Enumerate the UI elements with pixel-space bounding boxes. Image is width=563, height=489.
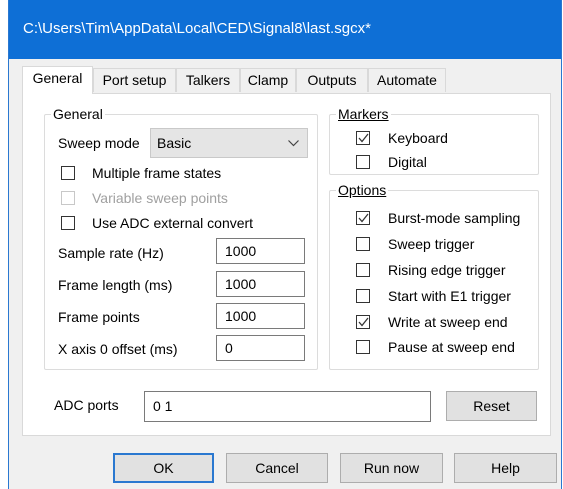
- rising-edge-trigger-label: Rising edge trigger: [388, 262, 506, 278]
- pause-at-sweep-end-label: Pause at sweep end: [388, 339, 515, 355]
- window-title: C:\Users\Tim\AppData\Local\CED\Signal8\l…: [23, 20, 371, 37]
- frame-points-input[interactable]: 1000: [216, 303, 305, 329]
- title-bar[interactable]: C:\Users\Tim\AppData\Local\CED\Signal8\l…: [9, 0, 561, 59]
- adc-ports-label: ADC ports: [54, 397, 119, 413]
- multiple-frame-states-label: Multiple frame states: [92, 165, 222, 181]
- reset-button[interactable]: Reset: [446, 391, 537, 421]
- adc-ports-input[interactable]: 0 1: [144, 391, 431, 422]
- variable-sweep-points-checkbox[interactable]: [61, 191, 75, 205]
- tab-automate[interactable]: Automate: [368, 68, 446, 92]
- pause-at-sweep-end-checkbox[interactable]: [356, 340, 370, 354]
- options-group-legend: Options: [338, 182, 387, 198]
- chevron-down-icon: [288, 140, 299, 147]
- x-axis-offset-input[interactable]: 0: [216, 335, 305, 361]
- x-axis-offset-label: X axis 0 offset (ms): [58, 341, 178, 357]
- general-group-legend: General: [53, 106, 103, 122]
- rising-edge-trigger-checkbox[interactable]: [356, 263, 370, 277]
- write-at-sweep-end-label: Write at sweep end: [388, 314, 508, 330]
- start-with-e1-trigger-label: Start with E1 trigger: [388, 288, 511, 304]
- sweep-mode-label: Sweep mode: [58, 135, 140, 151]
- start-with-e1-trigger-checkbox[interactable]: [356, 289, 370, 303]
- tab-panel-general: General Sweep mode Basic Multiple frame …: [22, 93, 551, 436]
- checkmark-icon: [358, 213, 369, 223]
- multiple-frame-states-checkbox[interactable]: [61, 166, 75, 180]
- frame-length-label: Frame length (ms): [58, 277, 173, 293]
- tab-port-setup[interactable]: Port setup: [93, 68, 176, 92]
- digital-checkbox[interactable]: [356, 155, 370, 169]
- ok-button[interactable]: OK: [113, 453, 214, 483]
- digital-label: Digital: [388, 154, 427, 170]
- checkmark-icon: [358, 133, 369, 143]
- sweep-mode-value: Basic: [157, 135, 192, 151]
- tab-talkers[interactable]: Talkers: [176, 68, 240, 92]
- burst-mode-sampling-label: Burst-mode sampling: [388, 210, 521, 226]
- tab-clamp[interactable]: Clamp: [240, 68, 296, 92]
- burst-mode-sampling-checkbox[interactable]: [356, 211, 370, 225]
- frame-length-input[interactable]: 1000: [216, 271, 305, 297]
- sweep-trigger-label: Sweep trigger: [388, 236, 475, 252]
- markers-group-legend: Markers: [338, 106, 389, 122]
- dialog-window: C:\Users\Tim\AppData\Local\CED\Signal8\l…: [8, 0, 562, 489]
- sample-rate-label: Sample rate (Hz): [58, 245, 164, 261]
- sample-rate-input[interactable]: 1000: [216, 238, 305, 264]
- help-button[interactable]: Help: [454, 453, 557, 483]
- sweep-mode-select[interactable]: Basic: [150, 128, 308, 158]
- write-at-sweep-end-checkbox[interactable]: [356, 315, 370, 329]
- checkmark-icon: [358, 317, 369, 327]
- tab-general[interactable]: General: [22, 66, 93, 94]
- frame-points-label: Frame points: [58, 309, 140, 325]
- use-adc-external-convert-label: Use ADC external convert: [92, 215, 254, 231]
- sweep-trigger-checkbox[interactable]: [356, 237, 370, 251]
- keyboard-checkbox[interactable]: [356, 131, 370, 145]
- keyboard-label: Keyboard: [388, 130, 448, 146]
- tab-outputs[interactable]: Outputs: [296, 68, 368, 92]
- cancel-button[interactable]: Cancel: [226, 453, 328, 483]
- variable-sweep-points-label: Variable sweep points: [92, 190, 228, 206]
- use-adc-external-convert-checkbox[interactable]: [61, 216, 75, 230]
- run-now-button[interactable]: Run now: [340, 453, 443, 483]
